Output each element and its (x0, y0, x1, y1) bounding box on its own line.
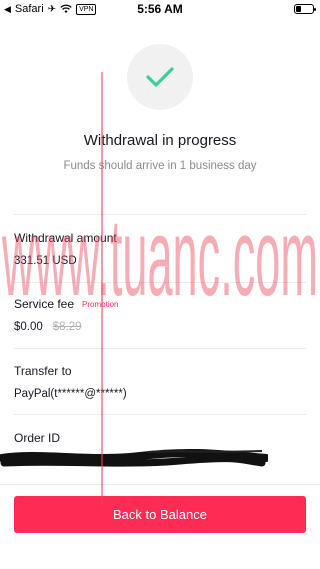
withdrawal-amount-value: 331.51 USD (14, 255, 77, 267)
service-fee-label: Service fee (14, 297, 75, 311)
page-subtitle: Funds should arrive in 1 business day (63, 160, 257, 172)
order-id-label: Order ID (14, 431, 61, 445)
divider (14, 348, 306, 349)
page-title: Withdrawal in progress (83, 132, 237, 149)
watermark-line (101, 72, 103, 504)
divider (14, 282, 306, 283)
status-time: 5:56 AM (137, 2, 183, 16)
back-to-balance-button[interactable]: Back to Balance (14, 496, 306, 533)
divider (0, 484, 320, 485)
divider (14, 214, 306, 215)
transfer-to-label: Transfer to (14, 364, 72, 378)
battery-icon (294, 4, 316, 14)
transfer-to-row: Transfer to PayPal(t******@******) (14, 364, 306, 400)
transfer-to-value: PayPal(t******@******) (14, 388, 127, 400)
service-fee-value-group: $0.00 $8.29 (14, 321, 306, 333)
order-id-row: Order ID (14, 431, 306, 445)
divider (14, 414, 306, 415)
success-circle (127, 44, 193, 110)
status-bar: ◀ Safari ✈ VPN 5:56 AM (0, 0, 320, 20)
withdrawal-amount-row: Withdrawal amount 331.51 USD (14, 231, 306, 267)
service-fee-value: $0.00 (14, 321, 43, 333)
service-fee-original: $8.29 (52, 321, 82, 333)
checkmark-icon (146, 67, 174, 87)
withdrawal-amount-label: Withdrawal amount (14, 231, 117, 245)
redacted-order-id (0, 448, 268, 467)
service-fee-row: Service fee Promotion $0.00 $8.29 (14, 297, 306, 333)
service-fee-label-group: Service fee Promotion (14, 297, 306, 311)
